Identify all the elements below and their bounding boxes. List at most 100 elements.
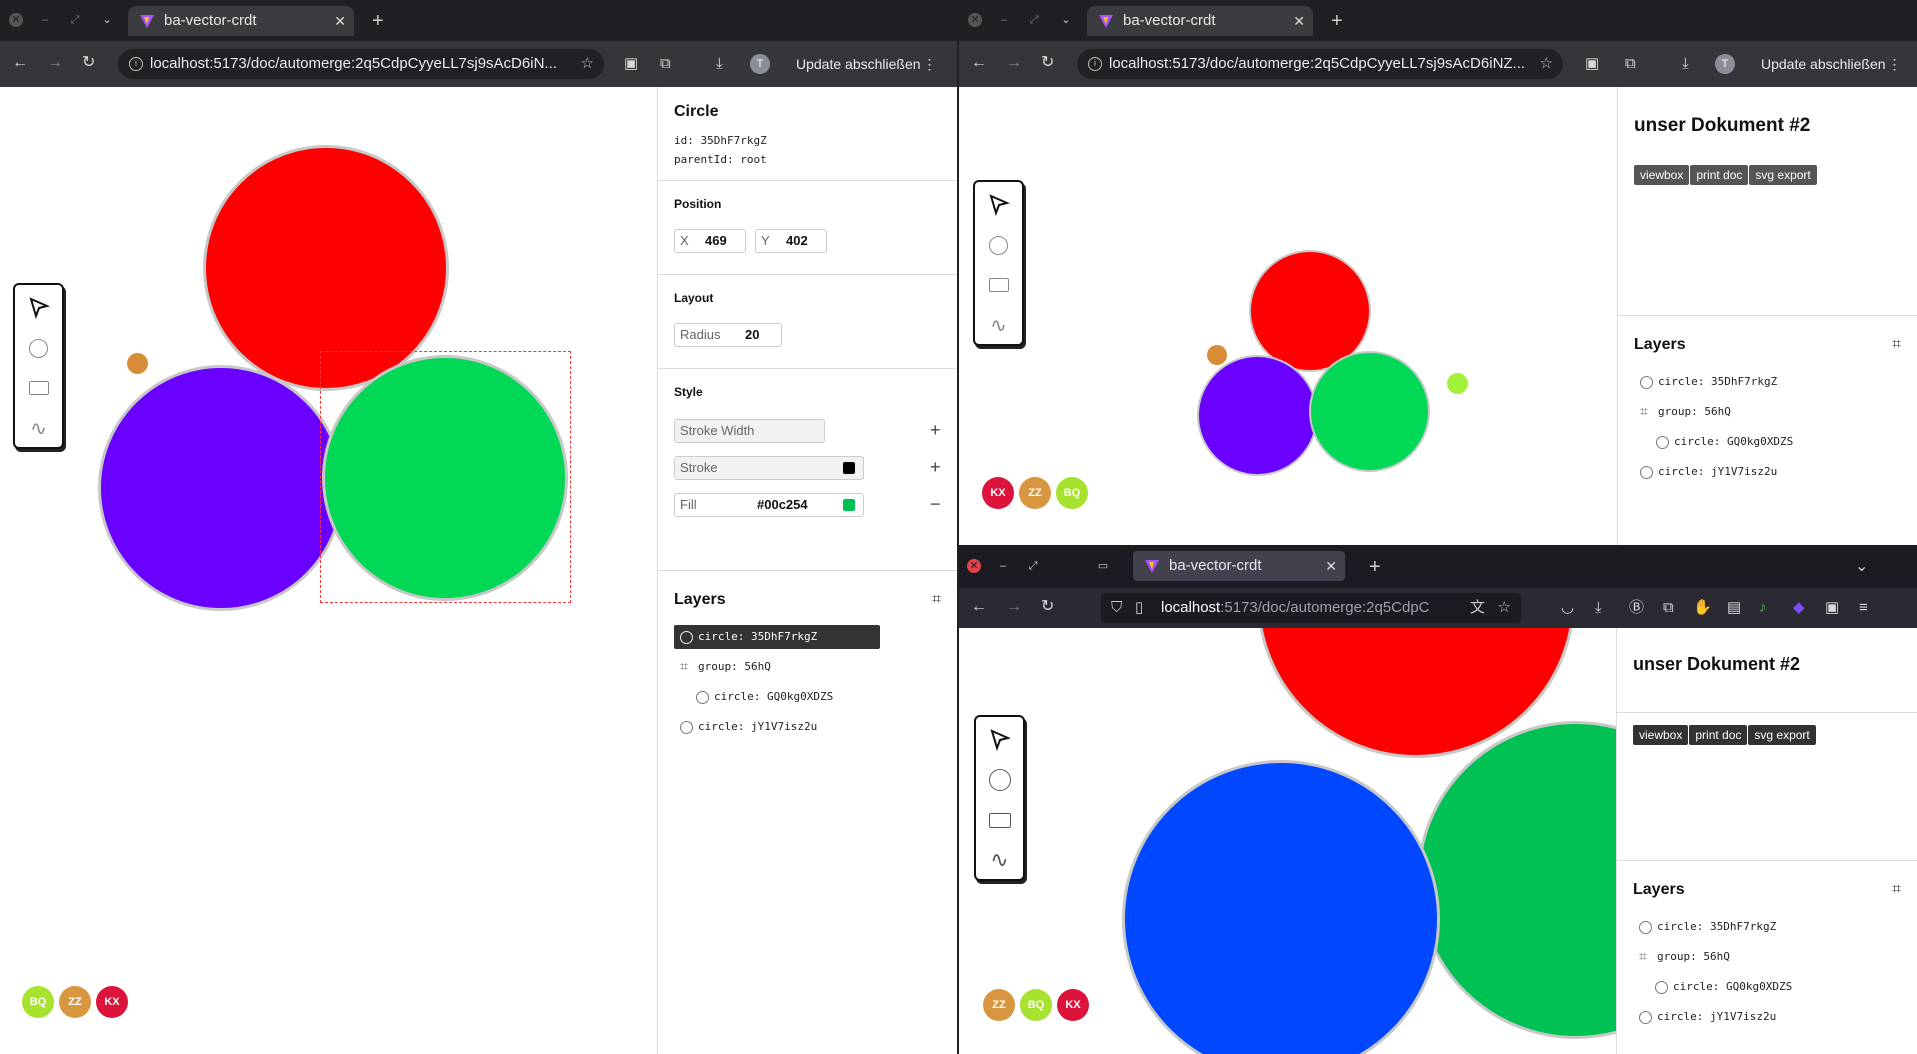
layer-item[interactable]: circle: 35DhF7rkgZ: [1634, 370, 1777, 394]
profile-avatar[interactable]: T: [1715, 54, 1735, 74]
document-extension-icon[interactable]: ▤: [1727, 598, 1741, 618]
layer-item[interactable]: ⌗ group: 56hQ: [674, 655, 771, 679]
minimize-window-icon[interactable]: –: [996, 559, 1010, 573]
back-icon[interactable]: ←: [12, 53, 28, 73]
music-extension-icon[interactable]: ♪: [1759, 598, 1767, 618]
select-tool[interactable]: [15, 288, 62, 328]
layer-item[interactable]: circle: jY1V7isz2u: [1633, 1005, 1776, 1029]
extension-icon[interactable]: ▣: [1585, 54, 1599, 74]
translate-icon[interactable]: 文: [1465, 593, 1485, 623]
fill-field[interactable]: Fill #00c254: [674, 493, 864, 517]
download-icon[interactable]: ⤓: [1682, 54, 1689, 74]
rect-tool[interactable]: [15, 368, 62, 408]
circle-green[interactable]: [1417, 721, 1616, 1039]
path-tool[interactable]: ∿: [15, 408, 62, 448]
new-tab-button[interactable]: +: [1331, 6, 1343, 36]
restore-window-icon[interactable]: ⤢: [68, 13, 82, 27]
layer-item[interactable]: circle: GQ0kg0XDZS: [1649, 975, 1792, 999]
layer-item[interactable]: ⌗ group: 56hQ: [1634, 400, 1731, 424]
forward-icon[interactable]: →: [1006, 53, 1022, 73]
circle-green[interactable]: [1309, 351, 1430, 472]
url-field[interactable]: i localhost:5173/doc/automerge:2q5CdpCyy…: [1077, 49, 1563, 79]
forward-icon[interactable]: →: [47, 53, 63, 73]
site-info-icon[interactable]: i: [129, 57, 143, 71]
menu-dots-icon[interactable]: ⋮: [1888, 49, 1902, 79]
site-info-icon[interactable]: i: [1088, 57, 1102, 71]
add-stroke-width-icon[interactable]: +: [930, 421, 941, 439]
svg-export-button[interactable]: svg export: [1749, 165, 1817, 185]
avatar-zz[interactable]: ZZ: [1019, 477, 1051, 509]
circle-blue[interactable]: [1122, 760, 1440, 1054]
avatar-kx[interactable]: KX: [1057, 989, 1089, 1021]
restore-window-icon[interactable]: ⤢: [1027, 13, 1041, 27]
restore-window-icon[interactable]: ⤢: [1026, 559, 1040, 573]
path-tool[interactable]: ∿: [976, 840, 1023, 880]
back-icon[interactable]: ←: [971, 53, 987, 73]
menu-dots-icon[interactable]: ⋮: [923, 49, 937, 79]
new-tab-button[interactable]: +: [1369, 552, 1381, 582]
close-tab-icon[interactable]: ✕: [1293, 6, 1305, 36]
fill-swatch[interactable]: [843, 499, 855, 511]
radius-field[interactable]: Radius 20: [674, 323, 782, 347]
avatar-kx[interactable]: KX: [96, 986, 128, 1018]
bookmark-star-icon[interactable]: ☆: [581, 49, 594, 79]
puzzle-icon[interactable]: ⧉: [1625, 54, 1636, 74]
url-field[interactable]: i localhost:5173/doc/automerge:2q5CdpCyy…: [118, 49, 604, 79]
media-extension-icon[interactable]: ▣: [1825, 598, 1839, 618]
remove-fill-icon[interactable]: −: [930, 495, 941, 513]
avatar-bq[interactable]: BQ: [22, 986, 54, 1018]
reload-icon[interactable]: ↻: [1041, 597, 1054, 617]
group-hash-icon[interactable]: ⌗: [1892, 336, 1901, 354]
firefox-view-icon[interactable]: ▭: [1096, 559, 1110, 573]
viewbox-button[interactable]: viewbox: [1634, 165, 1690, 185]
group-hash-icon[interactable]: ⌗: [1892, 881, 1901, 899]
path-tool[interactable]: ∿: [975, 305, 1022, 345]
tab-ba-vector-crdt[interactable]: ba-vector-crdt ✕: [128, 6, 354, 36]
circle-purple[interactable]: [1197, 355, 1318, 476]
group-hash-icon[interactable]: ⌗: [932, 591, 941, 609]
bookmark-star-icon[interactable]: ☆: [1540, 49, 1553, 79]
add-stroke-icon[interactable]: +: [930, 458, 941, 476]
minimize-window-icon[interactable]: –: [997, 13, 1011, 27]
b-extension-icon[interactable]: Ⓑ: [1629, 598, 1644, 618]
print-doc-button[interactable]: print doc: [1689, 725, 1748, 745]
avatar-zz[interactable]: ZZ: [983, 989, 1015, 1021]
reload-icon[interactable]: ↻: [1041, 53, 1054, 73]
select-tool[interactable]: [975, 185, 1022, 225]
avatar-bq[interactable]: BQ: [1020, 989, 1052, 1021]
tab-search-icon[interactable]: ⌄: [100, 13, 114, 27]
x-field[interactable]: X 469: [674, 229, 746, 253]
tab-ba-vector-crdt[interactable]: ba-vector-crdt ✕: [1087, 6, 1313, 36]
tab-ba-vector-crdt[interactable]: ba-vector-crdt ✕: [1133, 551, 1345, 581]
tab-search-icon[interactable]: ⌄: [1059, 13, 1073, 27]
close-window-icon[interactable]: ✕: [968, 13, 982, 27]
drawing-canvas[interactable]: ∿ BQ ZZ KX: [0, 87, 657, 1054]
circle-tool[interactable]: [975, 225, 1022, 265]
bookmark-star-icon[interactable]: ☆: [1497, 593, 1511, 623]
update-button[interactable]: Update abschließen ⋮: [784, 49, 941, 79]
puzzle-icon[interactable]: ⧉: [660, 54, 671, 74]
update-button[interactable]: Update abschließen ⋮: [1749, 49, 1906, 79]
extension-icon[interactable]: ▣: [624, 54, 638, 74]
close-tab-icon[interactable]: ✕: [1325, 551, 1337, 581]
shield-icon[interactable]: ⛉: [1111, 593, 1122, 623]
forward-icon[interactable]: →: [1006, 597, 1022, 617]
layer-item[interactable]: circle: jY1V7isz2u: [674, 715, 817, 739]
drawing-canvas[interactable]: ∿ ZZ BQ KX: [959, 628, 1616, 1054]
select-tool[interactable]: [976, 720, 1023, 760]
url-field[interactable]: ⛉ ▯ localhost:5173/doc/automerge:2q5CdpC…: [1101, 593, 1521, 623]
avatar-kx[interactable]: KX: [982, 477, 1014, 509]
hand-extension-icon[interactable]: ✋: [1693, 598, 1712, 618]
drawing-canvas[interactable]: ∿ KX ZZ BQ: [959, 87, 1617, 545]
close-tab-icon[interactable]: ✕: [334, 6, 346, 36]
circle-tool[interactable]: [976, 760, 1023, 800]
circle-tool[interactable]: [15, 328, 62, 368]
rect-tool[interactable]: [975, 265, 1022, 305]
avatar-zz[interactable]: ZZ: [59, 986, 91, 1018]
layer-item[interactable]: circle: 35DhF7rkgZ: [1633, 915, 1776, 939]
rect-tool[interactable]: [976, 800, 1023, 840]
stroke-field[interactable]: Stroke: [674, 456, 864, 480]
stroke-width-field[interactable]: Stroke Width: [674, 419, 825, 443]
new-tab-button[interactable]: +: [372, 6, 384, 36]
circle-purple[interactable]: [98, 365, 344, 611]
